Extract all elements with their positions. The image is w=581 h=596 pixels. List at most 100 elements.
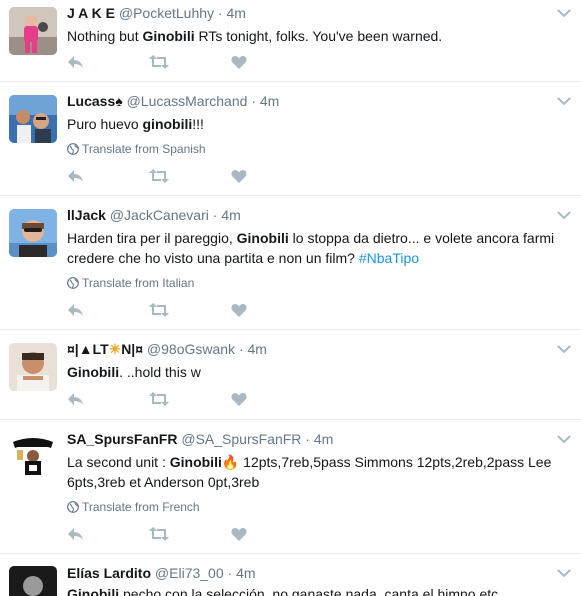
avatar[interactable] [9,209,57,257]
username[interactable]: @PocketLuhhy [119,5,214,21]
timestamp[interactable]: 4m [221,207,240,223]
heart-icon[interactable] [231,168,251,184]
display-name[interactable]: llJack [67,207,106,223]
highlighted-term: Ginobili [236,230,289,246]
translate-link[interactable]: Translate from Spanish [67,142,571,156]
timestamp[interactable]: 4m [236,565,255,581]
highlighted-term: ginobili [142,116,193,132]
chevron-down-icon[interactable] [557,341,571,354]
retweet-icon[interactable] [149,526,169,542]
username[interactable]: @JackCanevari [110,207,209,223]
translate-label: Translate from French [82,500,200,514]
username[interactable]: @98oGswank [147,341,235,357]
reply-icon[interactable] [67,54,87,70]
translate-label: Translate from Italian [82,276,195,290]
tweet-text: La second unit : Ginobili🔥 12pts,7reb,5p… [67,452,571,492]
avatar[interactable] [9,95,57,143]
username[interactable]: @LucassMarchand [127,93,248,109]
separator: · [227,565,233,581]
chevron-down-icon[interactable] [557,565,571,578]
tweet[interactable]: J A K E @PocketLuhhy · 4m Nothing but Gi… [0,0,581,82]
text-segment: !!! [192,116,204,132]
tweet-header: SA_SpursFanFR @SA_SpursFanFR · 4m [67,430,571,448]
highlighted-term: Ginobili [142,28,195,44]
tweet-header: llJack @JackCanevari · 4m [67,206,571,224]
retweet-icon[interactable] [149,302,169,318]
reply-icon[interactable] [67,391,87,407]
tweet-text: Harden tira per il pareggio, Ginobili lo… [67,228,571,268]
tweet-feed: J A K E @PocketLuhhy · 4m Nothing but Gi… [0,0,581,596]
tweet[interactable]: llJack @JackCanevari · 4m Harden tira pe… [0,196,581,330]
tweet-text: Ginobili. ..hold this w [67,362,571,382]
username[interactable]: @SA_SpursFanFR [181,431,301,447]
timestamp[interactable]: 4m [314,431,333,447]
highlighted-term: Ginobili [67,586,120,596]
tweet-header: ¤|▲LT☀N|¤ @98oGswank · 4m [67,340,571,358]
tweet-text: Nothing but Ginobili RTs tonight, folks.… [67,26,571,46]
chevron-down-icon[interactable] [557,431,571,444]
heart-icon[interactable] [231,391,251,407]
heart-icon[interactable] [231,302,251,318]
tweet-header: Elías Lardito @Eli73_00 · 4m [67,564,571,582]
text-segment: pecho con la selección, no ganaste nada,… [119,586,499,596]
display-name-text: N|¤ [121,341,144,357]
hashtag-link[interactable]: #NbaTipo [359,250,419,266]
text-segment: Harden tira per il pareggio, [67,230,237,246]
tweet-text: Puro huevo ginobili!!! [67,114,571,134]
text-segment: La second unit : [67,454,170,470]
retweet-icon[interactable] [149,168,169,184]
fire-emoji: 🔥 [221,454,240,470]
separator: · [217,5,223,21]
avatar[interactable] [9,343,57,391]
avatar[interactable] [9,7,57,55]
heart-icon[interactable] [231,526,251,542]
chevron-down-icon[interactable] [557,5,571,18]
timestamp[interactable]: 4m [226,5,245,21]
avatar[interactable] [9,566,57,596]
tweet-header: Lucass♠ @LucassMarchand · 4m [67,92,571,110]
separator: · [212,207,218,223]
reply-icon[interactable] [67,168,87,184]
text-segment: . ..hold this w [119,364,201,380]
timestamp[interactable]: 4m [260,93,279,109]
tweet[interactable]: Elías Lardito @Eli73_00 · 4m Ginobili pe… [0,554,581,596]
display-name[interactable]: Lucass♠ [67,93,123,109]
display-name[interactable]: Elías Lardito [67,565,151,581]
highlighted-term: Ginobili [169,454,222,470]
display-name-text: ¤|▲LT [67,341,109,357]
globe-icon [67,501,79,513]
username[interactable]: @Eli73_00 [155,565,224,581]
display-name[interactable]: J A K E [67,5,115,21]
display-name[interactable]: SA_SpursFanFR [67,431,177,447]
reply-icon[interactable] [67,526,87,542]
translate-link[interactable]: Translate from Italian [67,276,571,290]
text-segment: RTs tonight, folks. You've been warned. [194,28,443,44]
separator: · [305,431,310,447]
timestamp[interactable]: 4m [248,341,267,357]
spade-emoji: ♠ [115,93,123,109]
tweet[interactable]: ¤|▲LT☀N|¤ @98oGswank · 4m Ginobili. ..ho… [0,330,581,420]
display-name-text: Lucass [67,93,116,109]
retweet-icon[interactable] [149,54,169,70]
tweet[interactable]: SA_SpursFanFR @SA_SpursFanFR · 4m La sec… [0,420,581,554]
reply-icon[interactable] [67,302,87,318]
globe-icon [67,143,79,155]
separator: · [238,341,244,357]
globe-icon [67,277,79,289]
heart-icon[interactable] [231,54,251,70]
text-segment: Nothing but [67,28,143,44]
translate-link[interactable]: Translate from French [67,500,571,514]
tweet-header: J A K E @PocketLuhhy · 4m [67,4,571,22]
sun-emoji: ☀ [108,341,122,357]
separator: · [251,93,256,109]
tweet-text: Ginobili pecho con la selección, no gana… [67,584,571,596]
text-segment: Puro huevo [67,116,143,132]
translate-label: Translate from Spanish [82,142,206,156]
chevron-down-icon[interactable] [557,207,571,220]
retweet-icon[interactable] [149,391,169,407]
tweet[interactable]: Lucass♠ @LucassMarchand · 4m Puro huevo … [0,82,581,196]
display-name[interactable]: ¤|▲LT☀N|¤ [67,341,143,357]
highlighted-term: Ginobili [67,364,120,380]
avatar[interactable] [9,432,57,480]
chevron-down-icon[interactable] [557,93,571,106]
